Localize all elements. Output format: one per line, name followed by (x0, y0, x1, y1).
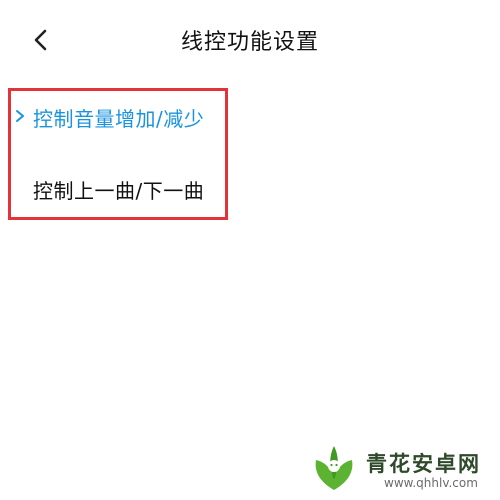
watermark-logo-icon (315, 446, 353, 490)
page-title: 线控功能设置 (180, 30, 319, 55)
watermark-name: 青花安卓网 (366, 452, 481, 476)
option-label: 控制音量增加/减少 (33, 107, 205, 131)
chevron-right-icon (16, 110, 24, 122)
option-volume-control[interactable]: 控制音量增加/减少 (11, 97, 225, 137)
header-bar: 线控功能设置 (0, 0, 500, 80)
option-track-control[interactable]: 控制上一曲/下一曲 (11, 169, 225, 209)
option-label: 控制上一曲/下一曲 (33, 179, 205, 203)
options-highlight-box: 控制音量增加/减少 控制上一曲/下一曲 (8, 88, 228, 220)
settings-screen: 线控功能设置 控制音量增加/减少 控制上一曲/下一曲 青花安卓网 www.qhh… (0, 0, 500, 500)
watermark-url: www.qhhlv.com (384, 476, 478, 490)
watermark: 青花安卓网 www.qhhlv.com (306, 440, 496, 496)
